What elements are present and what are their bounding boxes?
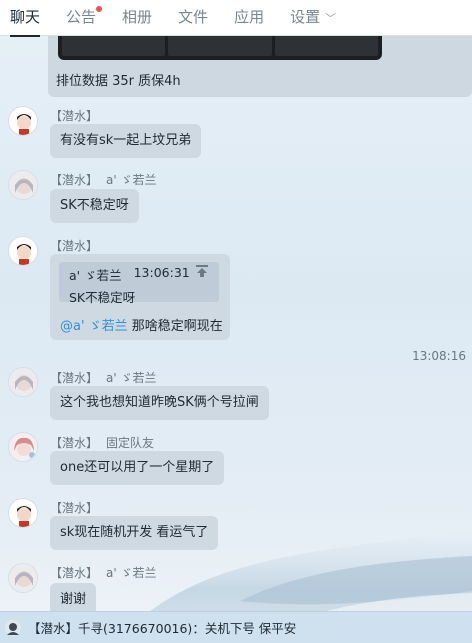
chevron-down-icon: ﹀ bbox=[325, 11, 337, 25]
message-bubble[interactable]: 有没有sk一起上坟兄弟 bbox=[50, 124, 202, 158]
message-text: 那啥稳定啊现在 bbox=[131, 319, 223, 334]
avatar[interactable] bbox=[8, 563, 38, 593]
quote-author: a' ゞ若兰 bbox=[69, 268, 122, 283]
mention-link[interactable]: @a' ゞ若兰 bbox=[60, 319, 128, 334]
notice-bar[interactable]: 【潜水】 千寻(3176670016) ： 关机下号 保平安 bbox=[0, 611, 472, 643]
tab-files[interactable]: 文件 bbox=[178, 0, 208, 36]
member-avatar-icon bbox=[4, 619, 22, 637]
sender-meta: 【潜水】 a' ゞ若兰 bbox=[50, 564, 156, 581]
sender-name[interactable]: 固定队友 bbox=[106, 436, 154, 450]
image-attachment[interactable] bbox=[58, 36, 382, 60]
reply-line: @a' ゞ若兰 那啥稳定啊现在 bbox=[60, 315, 223, 334]
member-tag: 【潜水】 bbox=[50, 109, 99, 123]
member-tag: 【潜水】 bbox=[50, 566, 99, 580]
time-separator: 13:08:16 bbox=[412, 349, 466, 363]
quote-time: 13:06:31 bbox=[133, 265, 190, 280]
message-text: one还可以用了一个星期了 bbox=[60, 460, 215, 475]
notice-separator: ： bbox=[192, 621, 205, 636]
sender-name[interactable]: a' ゞ若兰 bbox=[106, 371, 156, 385]
avatar[interactable] bbox=[8, 498, 38, 528]
message-text: 有没有sk一起上坟兄弟 bbox=[60, 133, 192, 148]
quoted-message[interactable]: a' ゞ若兰 13:06:31 SK不稳定呀 bbox=[59, 262, 219, 305]
message-text: 这个我也想知道昨晚SK俩个号拉闸 bbox=[60, 395, 259, 410]
tab-bar: 聊天 公告 相册 文件 应用 设置 ﹀ bbox=[0, 0, 472, 37]
message-text: SK不稳定呀 bbox=[60, 198, 129, 213]
tab-label: 应用 bbox=[234, 7, 265, 26]
avatar[interactable] bbox=[8, 236, 38, 266]
tab-announcements[interactable]: 公告 bbox=[66, 0, 103, 36]
tab-label: 相册 bbox=[122, 7, 153, 26]
avatar[interactable] bbox=[8, 367, 38, 397]
tab-label: 设置 bbox=[290, 7, 321, 26]
message-text: 谢谢 bbox=[60, 592, 87, 607]
sender-meta: 【潜水】 a' ゞ若兰 bbox=[50, 369, 156, 386]
sender-meta: 【潜水】 bbox=[50, 499, 98, 516]
avatar[interactable] bbox=[8, 106, 38, 136]
tab-label: 聊天 bbox=[10, 7, 41, 26]
avatar[interactable] bbox=[8, 170, 38, 200]
sender-meta: 【潜水】 固定队友 bbox=[50, 434, 154, 451]
sender-name[interactable]: a' ゞ若兰 bbox=[106, 173, 156, 187]
notice-tag: 【潜水】 bbox=[28, 621, 79, 636]
message-bubble[interactable]: 排位数据 35r 质保4h bbox=[48, 36, 472, 97]
sender-name[interactable]: a' ゞ若兰 bbox=[106, 566, 156, 580]
message-bubble[interactable]: 这个我也想知道昨晚SK俩个号拉闸 bbox=[50, 386, 269, 420]
tab-chat[interactable]: 聊天 bbox=[10, 0, 41, 37]
tab-label: 公告 bbox=[66, 7, 97, 26]
tab-label: 文件 bbox=[178, 7, 209, 26]
unread-dot-badge bbox=[96, 5, 103, 12]
member-tag: 【潜水】 bbox=[50, 239, 99, 253]
sender-meta: 【潜水】 bbox=[50, 237, 98, 254]
sender-meta: 【潜水】 a' ゞ若兰 bbox=[50, 171, 156, 188]
member-tag: 【潜水】 bbox=[50, 173, 99, 187]
tab-settings[interactable]: 设置 ﹀ bbox=[290, 0, 336, 36]
jump-to-icon[interactable] bbox=[195, 265, 209, 280]
member-tag: 【潜水】 bbox=[50, 436, 99, 450]
message-bubble[interactable]: one还可以用了一个星期了 bbox=[50, 451, 225, 485]
message-bubble[interactable]: 谢谢 bbox=[50, 583, 97, 611]
message-text: 排位数据 35r 质保4h bbox=[56, 74, 181, 89]
chat-area[interactable]: 排位数据 35r 质保4h 【潜水】 有没有sk一起上坟兄弟 【潜水】 a' ゞ若… bbox=[0, 36, 472, 611]
tab-apps[interactable]: 应用 bbox=[234, 0, 264, 36]
message-bubble[interactable]: a' ゞ若兰 13:06:31 SK不稳定呀 @a' ゞ若兰 那啥稳定啊现在 bbox=[50, 254, 230, 340]
notice-sender[interactable]: 千寻(3176670016) bbox=[78, 618, 192, 637]
tab-album[interactable]: 相册 bbox=[122, 0, 152, 36]
message-text: sk现在随机开发 看运气了 bbox=[60, 525, 209, 540]
member-tag: 【潜水】 bbox=[50, 371, 99, 385]
quote-text: SK不稳定呀 bbox=[69, 290, 136, 305]
avatar[interactable] bbox=[8, 432, 38, 462]
member-tag: 【潜水】 bbox=[50, 501, 99, 515]
message-bubble[interactable]: sk现在随机开发 看运气了 bbox=[50, 516, 219, 550]
message-bubble[interactable]: SK不稳定呀 bbox=[50, 189, 139, 223]
notice-text: 关机下号 保平安 bbox=[204, 621, 297, 636]
sender-meta: 【潜水】 bbox=[50, 107, 98, 124]
